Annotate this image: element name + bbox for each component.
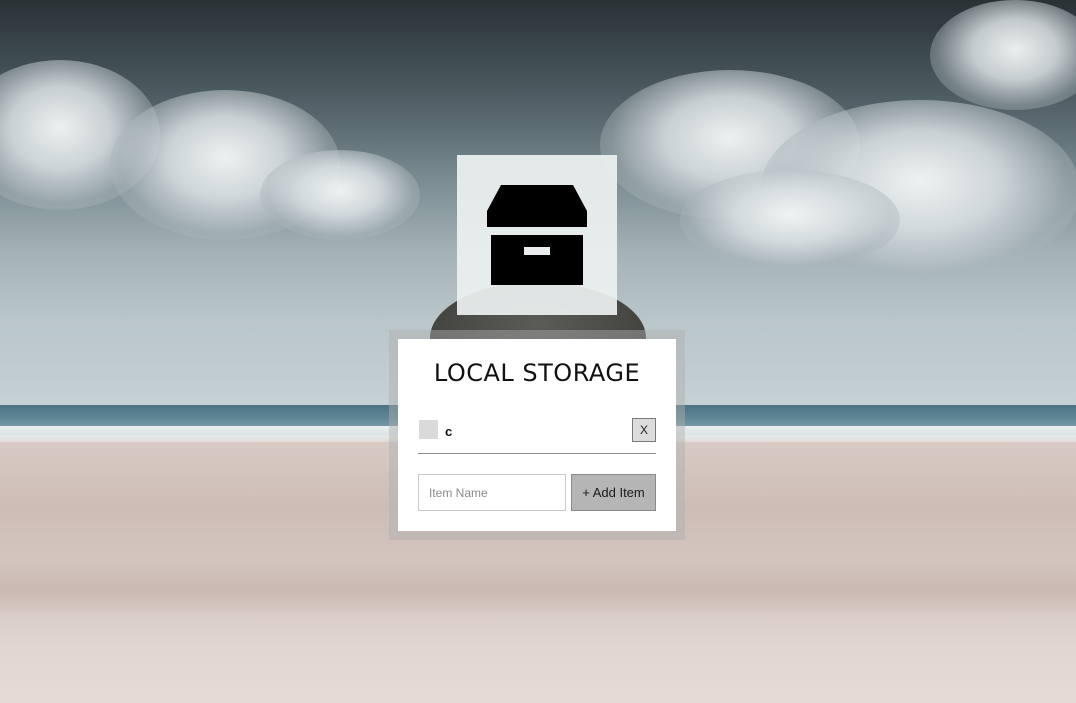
item-checkbox[interactable] [419,420,438,439]
icon-card [457,155,617,315]
storage-panel: LOCAL STORAGE c X + Add Item [398,339,676,531]
add-item-form: + Add Item [418,474,656,511]
archive-box-body [491,235,583,285]
list-item: c X [418,417,656,454]
add-item-button[interactable]: + Add Item [571,474,656,511]
page-background: LOCAL STORAGE c X + Add Item [0,0,1076,703]
cloud [260,150,420,240]
sand-shade [0,560,1076,620]
page-title: LOCAL STORAGE [433,359,641,387]
delete-item-button[interactable]: X [632,418,656,442]
archive-box-icon [487,185,587,227]
item-list: c X [418,417,656,454]
archive-box-handle [524,247,550,255]
item-name-input[interactable] [418,474,566,511]
item-label: c [445,424,453,439]
cloud [680,170,900,270]
